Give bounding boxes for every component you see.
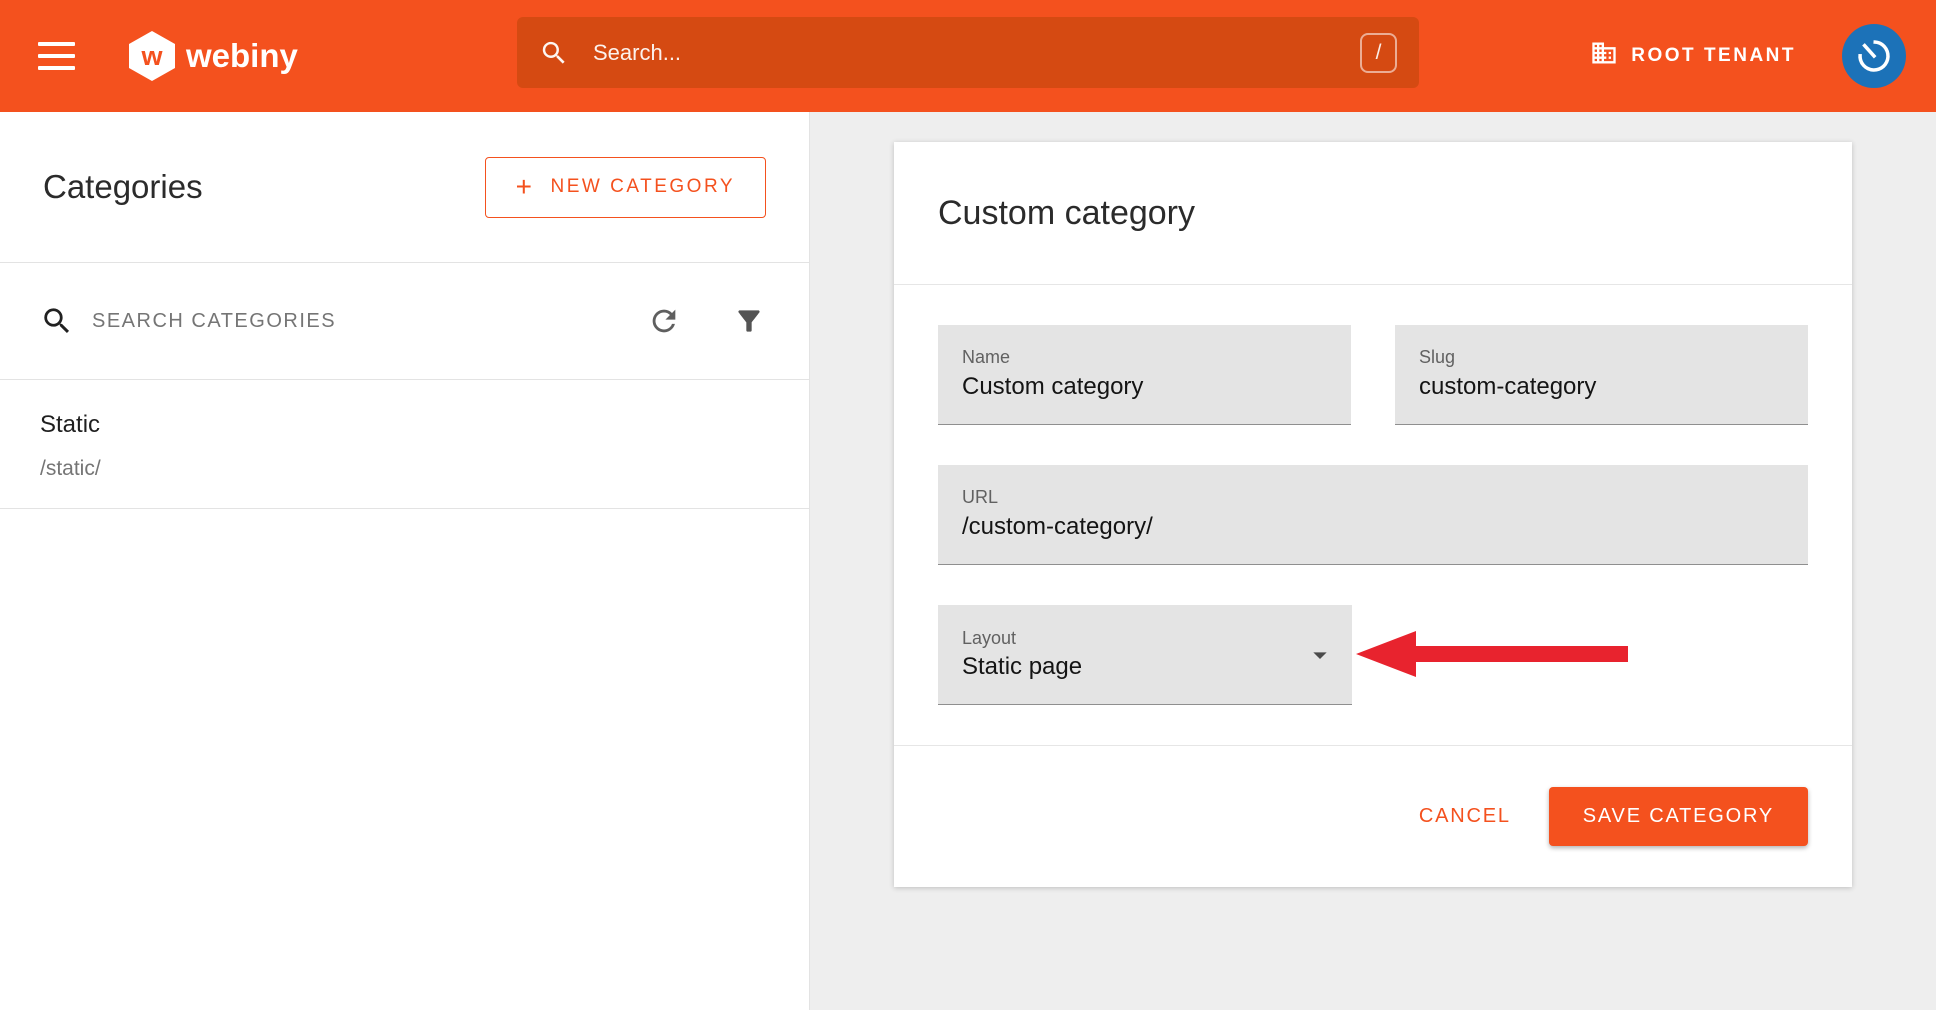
category-form-card: Custom category Name Slug [894, 142, 1852, 887]
name-field[interactable]: Name [938, 325, 1351, 425]
cancel-button[interactable]: CANCEL [1413, 795, 1517, 838]
layout-selected-value: Static page [962, 654, 1328, 680]
card-footer: CANCEL SAVE CATEGORY [894, 745, 1852, 887]
user-avatar[interactable] [1842, 24, 1906, 88]
power-icon [1853, 35, 1895, 77]
name-slug-row: Name Slug [938, 325, 1808, 425]
root-tenant-button[interactable]: ROOT TENANT [1584, 38, 1802, 74]
topbar-right-group: ROOT TENANT [1584, 24, 1906, 88]
tenant-building-icon [1590, 39, 1618, 73]
name-field-label: Name [962, 348, 1327, 366]
chevron-down-icon [1304, 639, 1336, 671]
filter-icon[interactable] [733, 305, 765, 337]
hamburger-bar [38, 66, 75, 70]
card-body: Name Slug URL [894, 285, 1852, 745]
global-search-bar[interactable]: / [517, 17, 1419, 88]
url-field-input[interactable] [962, 513, 1784, 541]
category-details-panel: Custom category Name Slug [810, 112, 1936, 1010]
slug-field-label: Slug [1419, 348, 1784, 366]
category-url: /static/ [40, 456, 769, 482]
categories-search-row [0, 262, 809, 380]
tenant-label: ROOT TENANT [1631, 45, 1796, 67]
hamburger-bar [38, 54, 75, 58]
card-title: Custom category [938, 194, 1195, 233]
categories-panel-header: Categories + NEW CATEGORY [0, 112, 809, 262]
layout-dropdown[interactable]: Layout Static page [938, 605, 1352, 705]
category-name: Static [40, 410, 769, 440]
layout-field-label: Layout [962, 629, 1328, 647]
hamburger-bar [38, 42, 75, 46]
webiny-logo-icon: w [129, 31, 175, 81]
layout-row: Layout Static page [938, 605, 1808, 705]
top-app-bar: w webiny / ROOT TENANT [0, 0, 1936, 112]
url-row: URL [938, 465, 1808, 565]
plus-icon: + [516, 173, 535, 201]
name-field-input[interactable] [962, 373, 1327, 401]
card-title-row: Custom category [894, 142, 1852, 285]
webiny-logo[interactable]: w webiny [129, 31, 298, 81]
list-item-static[interactable]: Static /static/ [0, 380, 809, 509]
search-icon [539, 38, 569, 68]
webiny-wordmark: webiny [186, 37, 298, 75]
search-categories-input[interactable] [90, 309, 647, 334]
search-categories-icon [40, 304, 74, 338]
slash-shortcut-badge: / [1360, 33, 1397, 73]
url-field[interactable]: URL [938, 465, 1808, 565]
save-category-button[interactable]: SAVE CATEGORY [1549, 787, 1808, 846]
new-category-button[interactable]: + NEW CATEGORY [485, 157, 766, 218]
new-category-button-label: NEW CATEGORY [551, 176, 735, 198]
categories-list: Static /static/ [0, 380, 809, 509]
app-root: w webiny / ROOT TENANT [0, 0, 1936, 1010]
url-field-label: URL [962, 488, 1784, 506]
main-content: Categories + NEW CATEGORY [0, 112, 1936, 1010]
slug-field-input[interactable] [1419, 373, 1784, 401]
hamburger-menu-icon[interactable] [38, 42, 75, 70]
refresh-icon[interactable] [647, 304, 681, 338]
page-title: Categories [43, 168, 203, 206]
global-search-input[interactable] [591, 39, 1360, 67]
webiny-logo-letter: w [141, 43, 162, 70]
slug-field[interactable]: Slug [1395, 325, 1808, 425]
categories-list-panel: Categories + NEW CATEGORY [0, 112, 810, 1010]
